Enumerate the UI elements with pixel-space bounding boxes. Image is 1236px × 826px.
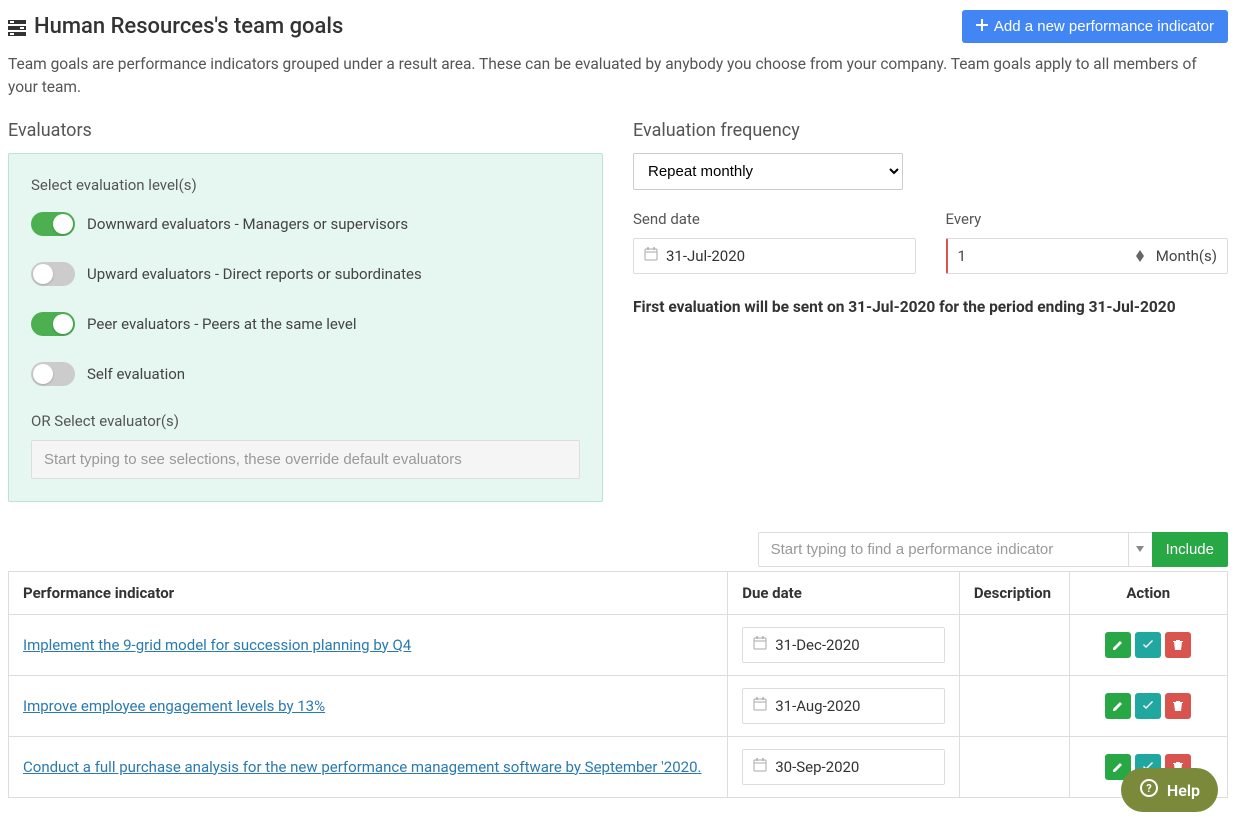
page-subtitle: Team goals are performance indicators gr… (8, 53, 1228, 100)
edit-button[interactable] (1105, 693, 1131, 719)
every-value: 1 (958, 247, 1136, 265)
select-levels-label: Select evaluation level(s) (31, 176, 580, 194)
delete-button[interactable] (1165, 693, 1191, 719)
every-stepper[interactable] (1136, 250, 1144, 262)
calendar-icon (753, 758, 767, 776)
th-description: Description (959, 571, 1069, 614)
trash-icon (1172, 700, 1184, 712)
find-performance-indicator-input[interactable] (758, 532, 1128, 567)
pencil-icon (1112, 700, 1124, 712)
toggle-upward-label: Upward evaluators - Direct reports or su… (87, 265, 422, 283)
check-icon (1142, 639, 1154, 651)
delete-button[interactable] (1165, 632, 1191, 658)
complete-button[interactable] (1135, 693, 1161, 719)
due-date-input[interactable]: 31-Dec-2020 (742, 627, 945, 663)
desc-cell (959, 675, 1069, 736)
toggle-peer-evaluators[interactable] (31, 312, 75, 336)
due-date-input[interactable]: 31-Aug-2020 (742, 688, 945, 724)
calendar-icon (644, 247, 658, 265)
due-date-value: 31-Aug-2020 (775, 697, 860, 715)
desc-cell (959, 614, 1069, 675)
add-button-label: Add a new performance indicator (994, 18, 1214, 35)
toggle-upward-evaluators[interactable] (31, 262, 75, 286)
send-date-input[interactable]: 31-Jul-2020 (633, 238, 916, 274)
svg-text:?: ? (1146, 782, 1152, 795)
th-due-date: Due date (728, 571, 960, 614)
evaluators-input[interactable] (31, 440, 580, 479)
table-row: Conduct a full purchase analysis for the… (9, 736, 1228, 797)
toggle-peer-label: Peer evaluators - Peers at the same leve… (87, 315, 357, 333)
send-date-value: 31-Jul-2020 (666, 247, 745, 265)
table-row: Improve employee engagement levels by 13… (9, 675, 1228, 736)
check-icon (1142, 700, 1154, 712)
th-performance-indicator: Performance indicator (9, 571, 728, 614)
due-date-value: 30-Sep-2020 (775, 758, 859, 776)
trash-icon (1172, 639, 1184, 651)
pi-link[interactable]: Improve employee engagement levels by 13… (23, 697, 325, 715)
toggle-downward-label: Downward evaluators - Managers or superv… (87, 215, 408, 233)
due-date-value: 31-Dec-2020 (775, 636, 860, 654)
frequency-select[interactable]: Repeat monthly (633, 153, 903, 190)
th-action: Action (1069, 571, 1227, 614)
evaluators-panel: Select evaluation level(s) Downward eval… (8, 153, 603, 502)
toggle-downward-evaluators[interactable] (31, 212, 75, 236)
first-evaluation-note: First evaluation will be sent on 31-Jul-… (633, 296, 1228, 319)
desc-cell (959, 736, 1069, 797)
help-icon: ? (1139, 778, 1159, 802)
evaluation-frequency-title: Evaluation frequency (633, 120, 1228, 141)
send-date-label: Send date (633, 210, 916, 228)
page-title-text: Human Resources's team goals (34, 14, 343, 39)
pencil-icon (1112, 639, 1124, 651)
pi-link[interactable]: Implement the 9-grid model for successio… (23, 636, 411, 654)
page-title: Human Resources's team goals (8, 14, 343, 39)
due-date-input[interactable]: 30-Sep-2020 (742, 749, 945, 785)
toggle-self-evaluation[interactable] (31, 362, 75, 386)
every-label: Every (946, 210, 1229, 228)
pi-link[interactable]: Conduct a full purchase analysis for the… (23, 758, 701, 776)
edit-button[interactable] (1105, 632, 1131, 658)
every-unit: Month(s) (1150, 247, 1217, 265)
pencil-icon (1112, 761, 1124, 773)
performance-indicator-table: Performance indicator Due date Descripti… (8, 571, 1228, 798)
add-performance-indicator-button[interactable]: Add a new performance indicator (962, 10, 1228, 43)
complete-button[interactable] (1135, 632, 1161, 658)
help-button[interactable]: ? Help (1121, 768, 1218, 812)
include-button[interactable]: Include (1152, 532, 1228, 567)
chevron-down-icon (1136, 256, 1144, 262)
help-label: Help (1167, 781, 1200, 800)
calendar-icon (753, 636, 767, 654)
list-icon (8, 18, 26, 36)
every-input[interactable]: 1 Month(s) (946, 238, 1229, 274)
chevron-down-icon (1136, 546, 1144, 552)
calendar-icon (753, 697, 767, 715)
plus-icon (976, 18, 988, 35)
toggle-self-label: Self evaluation (87, 365, 185, 383)
evaluators-title: Evaluators (8, 120, 603, 141)
find-dropdown-toggle[interactable] (1128, 532, 1152, 567)
or-select-evaluators-label: OR Select evaluator(s) (31, 412, 580, 430)
table-row: Implement the 9-grid model for successio… (9, 614, 1228, 675)
